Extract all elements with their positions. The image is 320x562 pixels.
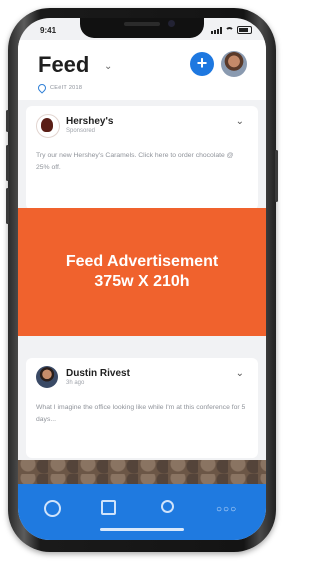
avatar[interactable] [221,51,247,77]
post-card-sponsored[interactable]: Hershey's Sponsored ⌄ Try our new Hershe… [26,106,258,210]
tab-schedule[interactable] [101,500,121,520]
location-row[interactable]: CEéIT 2018 [36,82,83,94]
tab-feed[interactable] [44,500,64,520]
home-indicator[interactable] [100,528,184,531]
signal-icon [211,26,222,34]
more-icon: ○○○ [216,504,238,515]
post-text: Try our new Hershey's Caramels. Click he… [36,152,234,171]
globe-icon [44,500,61,517]
post-author[interactable]: Hershey's [66,116,113,127]
page-title[interactable]: Feed [38,52,89,78]
post-meta: Sponsored [66,128,96,134]
feed-header: Feed ⌄ CEéIT 2018 + [18,40,266,100]
tab-bar: ○○○ [18,484,266,540]
ad-line-1: Feed Advertisement [65,253,219,270]
chevron-down-icon[interactable]: ⌄ [236,368,244,379]
tab-more[interactable]: ○○○ [216,500,236,520]
front-camera [168,20,175,27]
ad-line-2: 375w X 210h [94,273,190,290]
post-author[interactable]: Dustin Rivest [66,368,130,379]
chevron-down-icon[interactable]: ⌄ [236,116,244,127]
notch [80,18,204,38]
phone-screen: 9:41 Feed ⌄ CEéIT 2018 + Hershey's Spons… [18,18,266,540]
volume-down-button [6,188,9,224]
post-card[interactable]: Dustin Rivest 3h ago ⌄ What I imagine th… [26,358,258,458]
add-post-button[interactable]: + [190,52,214,76]
location-pin-icon [36,82,48,94]
feed-advertisement[interactable]: Feed Advertisement 375w X 210h [18,208,266,336]
chevron-down-icon[interactable]: ⌄ [104,61,112,72]
award-icon [161,500,174,513]
volume-up-button [6,145,9,181]
speaker [124,22,160,26]
calendar-icon [101,500,116,515]
location-label: CEéIT 2018 [50,85,83,91]
tab-awards[interactable] [161,500,181,520]
status-time: 9:41 [40,26,57,35]
hersheys-logo-avatar[interactable] [36,114,60,138]
post-text: What I imagine the office looking like w… [36,404,246,423]
wifi-icon [225,26,234,34]
mute-switch [6,110,9,132]
power-button [275,150,278,202]
battery-icon [237,26,252,34]
post-meta: 3h ago [66,380,85,386]
avatar[interactable] [36,366,58,388]
